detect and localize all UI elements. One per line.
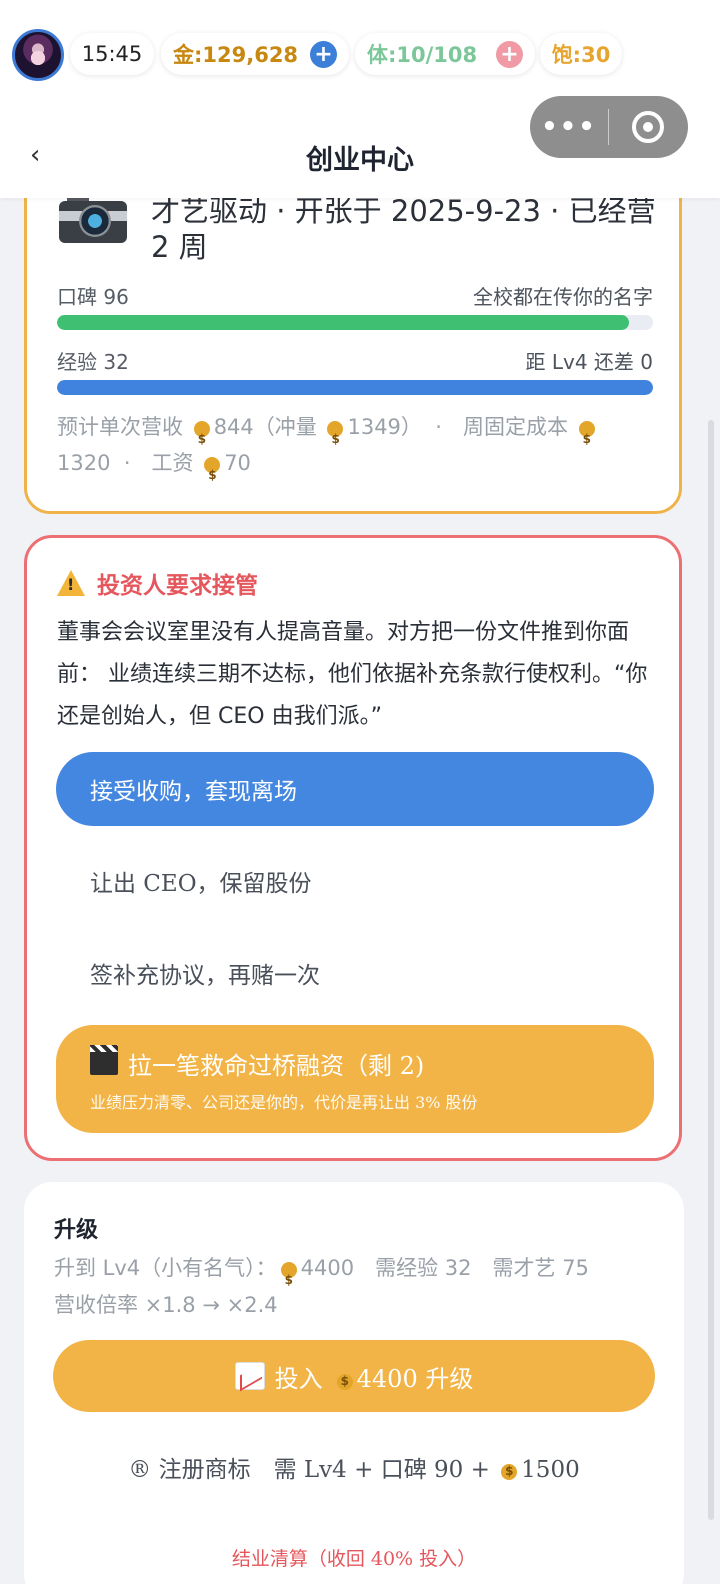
upgrade-card: 升级 升到 Lv4（小有名气）： 4400 需经验 32 需才艺 75 营收倍率 … (24, 1182, 684, 1584)
avatar[interactable] (12, 29, 64, 81)
bridge-financing-main: 拉一笔救命过桥融资（剩 2) (90, 1045, 425, 1081)
add-stamina-icon[interactable]: + (496, 40, 523, 68)
time-pill: 15:45 (70, 33, 154, 75)
money-bag-icon (325, 415, 345, 457)
event-title: 投资人要求接管 (57, 566, 258, 600)
money-bag-icon (335, 1368, 355, 1390)
accept-acquisition-button[interactable]: 接受收购，套现离场 (56, 752, 654, 826)
revenue-rush-value: 1349） (347, 415, 422, 439)
reputation-label: 口碑 96 (57, 285, 129, 309)
bridge-financing-label: 拉一笔救命过桥融资（剩 2) (128, 1051, 425, 1080)
upgrade-button[interactable]: 投入 4400 升级 (53, 1340, 655, 1412)
satiety-text: 饱:30 (551, 43, 611, 67)
accept-acquisition-label: 接受收购，套现离场 (90, 779, 297, 805)
nav-bar: ‹ 创业中心 ••• (0, 96, 720, 198)
scrollbar[interactable] (708, 420, 714, 1520)
more-icon[interactable]: ••• (530, 112, 608, 142)
money-bag-icon (577, 415, 597, 457)
reputation-bar (57, 315, 653, 330)
camera-icon (59, 191, 127, 243)
upgrade-info: 升到 Lv4（小有名气）： 4400 需经验 32 需才艺 75 营收倍率 ×1.… (54, 1250, 654, 1324)
exp-bar (57, 380, 653, 395)
upgrade-requirements: 需经验 32 需才艺 75 (375, 1256, 589, 1280)
upgrade-rate: 营收倍率 ×1.8 → ×2.4 (54, 1293, 278, 1317)
gold-text: 金:129,628 (173, 43, 299, 67)
chart-up-icon (234, 1362, 265, 1390)
bridge-financing-sub: 业绩压力清零、公司还是你的，代价是再让出 3% 股份 (90, 1092, 478, 1112)
money-bag-icon (202, 451, 222, 493)
time-text: 15:45 (81, 42, 143, 66)
status-bar: 15:45 金:129,628 + 体:10/108 + 饱:30 (0, 0, 720, 100)
warning-icon (57, 570, 85, 596)
cede-ceo-label: 让出 CEO，保留股份 (90, 871, 312, 897)
trademark-label: ® 注册商标 需 Lv4 + 口碑 90 + (128, 1457, 490, 1483)
bridge-financing-button[interactable]: 拉一笔救命过桥融资（剩 2) 业绩压力清零、公司还是你的，代价是再让出 3% 股… (56, 1025, 654, 1133)
close-miniapp-button[interactable] (609, 111, 687, 143)
exp-label: 经验 32 (57, 350, 129, 374)
miniapp-capsule: ••• (530, 96, 688, 158)
money-bag-icon (192, 415, 212, 457)
trademark-cost: 1500 (521, 1457, 580, 1483)
satiety-pill: 饱:30 (540, 33, 622, 75)
reputation-row: 口碑 96 全校都在传你的名字 (57, 281, 653, 310)
upgrade-title: 升级 (54, 1218, 99, 1243)
upgrade-target: 升到 Lv4（小有名气）： (54, 1256, 277, 1280)
stamina-pill: 体:10/108 + (355, 33, 535, 75)
wage-prefix: · 工资 (123, 451, 194, 475)
upgrade-button-cost: 4400 升级 (356, 1364, 474, 1393)
revenue-value: 844（冲量 (213, 415, 317, 439)
reputation-note: 全校都在传你的名字 (473, 285, 653, 309)
register-trademark-button[interactable]: ® 注册商标 需 Lv4 + 口碑 90 + 1500 (24, 1450, 684, 1484)
upgrade-cost: 4400 (300, 1256, 355, 1280)
target-icon (632, 111, 664, 143)
event-title-text: 投资人要求接管 (97, 573, 258, 599)
exp-row: 经验 32 距 Lv4 还差 0 (57, 346, 653, 375)
stamina-text: 体:10/108 (367, 43, 478, 67)
fixed-cost-prefix: · 周固定成本 (435, 415, 568, 439)
money-bag-icon (279, 1256, 299, 1299)
sign-agreement-label: 签补充协议，再赌一次 (90, 963, 320, 989)
money-bag-icon (499, 1458, 519, 1480)
liquidate-button[interactable]: 结业清算（收回 40% 投入） (24, 1544, 684, 1571)
reputation-bar-fill (57, 315, 630, 330)
business-info: 预计单次营收 844（冲量 1349） · 周固定成本 1320 · 工资 70 (57, 409, 653, 493)
exp-note: 距 Lv4 还差 0 (525, 350, 654, 374)
clapperboard-icon (90, 1045, 118, 1075)
gold-pill: 金:129,628 + (161, 33, 349, 75)
add-gold-icon[interactable]: + (310, 40, 337, 68)
cede-ceo-button[interactable]: 让出 CEO，保留股份 (56, 844, 654, 918)
event-description: 董事会会议室里没有人提高音量。对方把一份文件推到你面前： 业绩连续三期不达标，他… (57, 620, 648, 729)
event-card: 投资人要求接管 董事会会议室里没有人提高音量。对方把一份文件推到你面前： 业绩连… (24, 535, 682, 1161)
upgrade-button-prefix: 投入 (274, 1364, 323, 1393)
revenue-prefix: 预计单次营收 (57, 415, 183, 439)
exp-bar-fill (57, 380, 653, 395)
business-subtitle: 才艺驱动 · 开张于 2025-9-23 · 已经营 2 周 (151, 194, 656, 264)
fixed-cost-value: 1320 (57, 451, 111, 475)
wage-value: 70 (224, 451, 251, 475)
sign-agreement-button[interactable]: 签补充协议，再赌一次 (56, 936, 654, 1010)
